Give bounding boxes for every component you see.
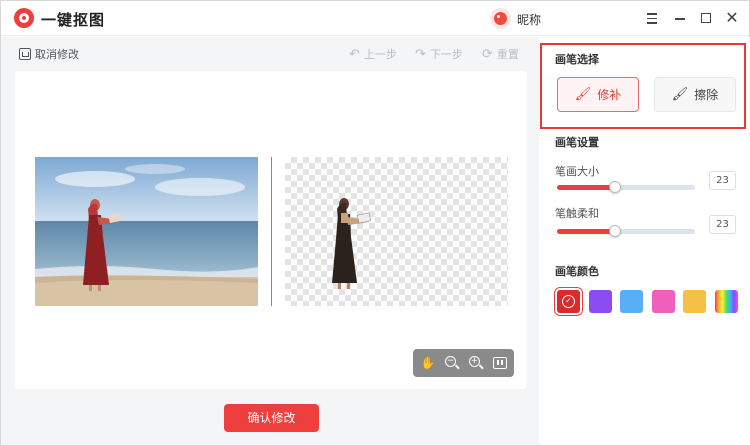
color-swatch-red[interactable]: ✓ — [557, 290, 580, 313]
softness-label: 笔触柔和 — [555, 207, 599, 220]
maximize-icon[interactable] — [697, 9, 715, 27]
cancel-edit-label: 取消修改 — [35, 48, 79, 61]
erase-brush-button[interactable]: 🖌 擦除 — [654, 77, 736, 112]
brush-color-title: 画笔颜色 — [555, 265, 599, 278]
zoom-out-icon[interactable]: − — [443, 354, 461, 372]
title-bar: 一键抠图 昵称 ✕ — [1, 1, 749, 36]
cutout-image — [285, 157, 508, 306]
editor-panel: 取消修改 ↶ 上一步 ↷ 下一步 ⟳ 重置 ✋ − + 确认修改 — [1, 37, 539, 445]
size-slider[interactable] — [557, 181, 695, 193]
size-value-input[interactable]: 23 — [709, 171, 736, 190]
softness-value-input[interactable]: 23 — [709, 215, 736, 234]
reset-icon: ⟳ — [482, 46, 493, 62]
reset-label: 重置 — [496, 48, 519, 61]
app-window: 一键抠图 昵称 ✕ 取消修改 ↶ 上一步 ↷ 下一步 ⟳ 重置 ✋ − + 确认… — [0, 0, 750, 445]
zoom-in-icon[interactable]: + — [467, 354, 485, 372]
undo-button[interactable]: ↶ 上一步 — [349, 45, 397, 63]
app-logo-icon — [14, 8, 34, 28]
color-swatch-yellow[interactable] — [683, 290, 706, 313]
repair-brush-label: 修补 — [597, 88, 622, 102]
confirm-edit-button[interactable]: 确认修改 — [224, 404, 319, 432]
close-icon[interactable]: ✕ — [723, 9, 741, 27]
color-swatch-purple[interactable] — [588, 290, 612, 313]
redo-label: 下一步 — [429, 48, 463, 61]
repair-brush-icon: 🖌 — [574, 87, 592, 102]
brush-settings-title: 画笔设置 — [555, 136, 599, 149]
minimize-icon[interactable] — [671, 9, 689, 27]
user-avatar[interactable] — [490, 8, 511, 29]
softness-slider-thumb[interactable] — [609, 225, 621, 237]
settings-panel: 画笔选择 🖌 修补 🖌 擦除 画笔设置 笔画大小 23 笔触柔和 23 画笔颜色… — [540, 37, 750, 445]
home-icon — [19, 48, 31, 60]
reset-button[interactable]: ⟳ 重置 — [482, 45, 519, 63]
softness-slider-fill — [557, 229, 615, 234]
softness-slider[interactable] — [557, 225, 695, 237]
menu-icon[interactable] — [643, 9, 661, 27]
size-slider-fill — [557, 185, 615, 190]
size-label: 笔画大小 — [555, 165, 599, 178]
repair-brush-button[interactable]: 🖌 修补 — [557, 77, 639, 112]
color-swatch-rainbow[interactable] — [714, 290, 738, 313]
undo-label: 上一步 — [363, 48, 397, 61]
redo-icon: ↷ — [415, 46, 426, 62]
compare-divider[interactable] — [271, 157, 272, 306]
hand-icon[interactable]: ✋ — [419, 354, 437, 372]
cancel-edit-button[interactable]: 取消修改 — [19, 45, 79, 63]
undo-icon: ↶ — [349, 46, 360, 62]
erase-brush-icon: 🖌 — [671, 87, 689, 102]
color-swatch-blue[interactable] — [620, 290, 643, 313]
zoom-toolbar: ✋ − + — [413, 349, 514, 377]
original-image — [35, 157, 258, 306]
redo-button[interactable]: ↷ 下一步 — [415, 45, 463, 63]
brush-select-title: 画笔选择 — [555, 53, 599, 66]
fit-screen-icon[interactable] — [491, 354, 509, 372]
canvas-area[interactable]: ✋ − + — [15, 71, 527, 389]
check-icon: ✓ — [562, 295, 575, 308]
app-title: 一键抠图 — [41, 11, 106, 29]
erase-brush-label: 擦除 — [694, 88, 719, 102]
user-nickname[interactable]: 昵称 — [517, 11, 541, 28]
color-swatch-pink[interactable] — [651, 290, 675, 313]
size-slider-thumb[interactable] — [609, 181, 621, 193]
